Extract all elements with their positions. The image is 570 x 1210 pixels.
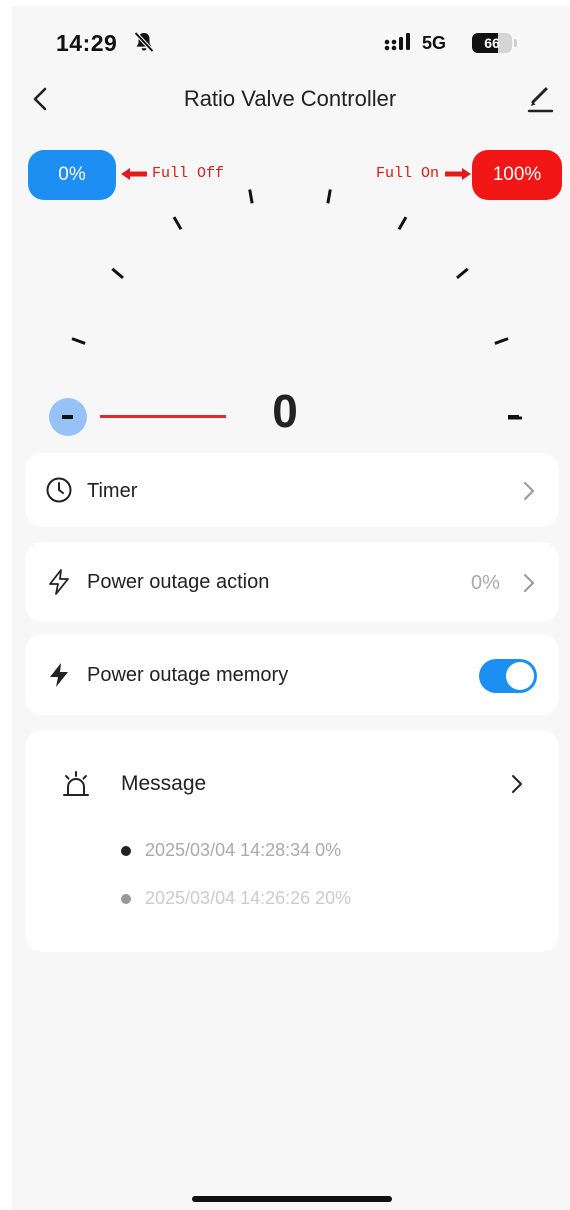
full-on-button[interactable]: 100% (472, 150, 562, 200)
message-entry-text: 2025/03/04 14:26:26 20% (145, 888, 352, 908)
dial-tick (248, 189, 254, 204)
clock-icon (46, 477, 72, 503)
power-outage-memory-label: Power outage memory (87, 664, 289, 686)
chevron-right-icon[interactable] (510, 773, 524, 795)
decrease-button[interactable] (49, 398, 87, 436)
full-on-caption: Full On (376, 165, 440, 182)
minus-icon (62, 415, 73, 419)
chevron-right-icon (524, 482, 534, 500)
dial-tick (71, 337, 86, 345)
timer-row[interactable]: Timer (25, 453, 559, 527)
alarm-icon (63, 771, 89, 796)
timer-label: Timer (87, 480, 138, 502)
power-outage-memory-row: Power outage memory (25, 634, 559, 715)
toggle-knob (506, 662, 534, 690)
full-off-button[interactable]: 0% (28, 150, 116, 200)
bullet-icon (121, 846, 131, 856)
power-outage-action-row[interactable]: Power outage action 0% (25, 542, 559, 622)
valve-value: 0 (272, 385, 298, 437)
message-entry-text: 2025/03/04 14:28:34 0% (145, 840, 342, 860)
dial-tick (326, 189, 332, 204)
bullet-icon (121, 894, 131, 904)
home-indicator (192, 1196, 392, 1202)
dial-indicator (100, 415, 226, 418)
dial-tick (397, 216, 408, 230)
power-outage-action-value: 0% (471, 572, 500, 594)
arrow-left-icon (121, 168, 147, 180)
full-off-caption: Full Off (152, 165, 225, 182)
dial-tick (172, 216, 183, 230)
dial-tick (494, 337, 509, 345)
power-outage-memory-toggle[interactable] (479, 659, 537, 693)
increase-button[interactable] (503, 398, 527, 436)
message-title: Message (121, 772, 207, 795)
dial-tick (111, 267, 124, 280)
lightning-outline-icon (49, 569, 69, 595)
message-card: Message 2025/03/04 14:28:34 0% 2025/03/0… (25, 730, 559, 952)
lightning-filled-icon (50, 663, 68, 687)
power-outage-action-label: Power outage action (87, 571, 270, 593)
chevron-right-icon (524, 574, 534, 592)
increase-dash-icon (508, 415, 519, 419)
arrow-right-icon (445, 168, 471, 180)
dial-tick (456, 267, 469, 280)
